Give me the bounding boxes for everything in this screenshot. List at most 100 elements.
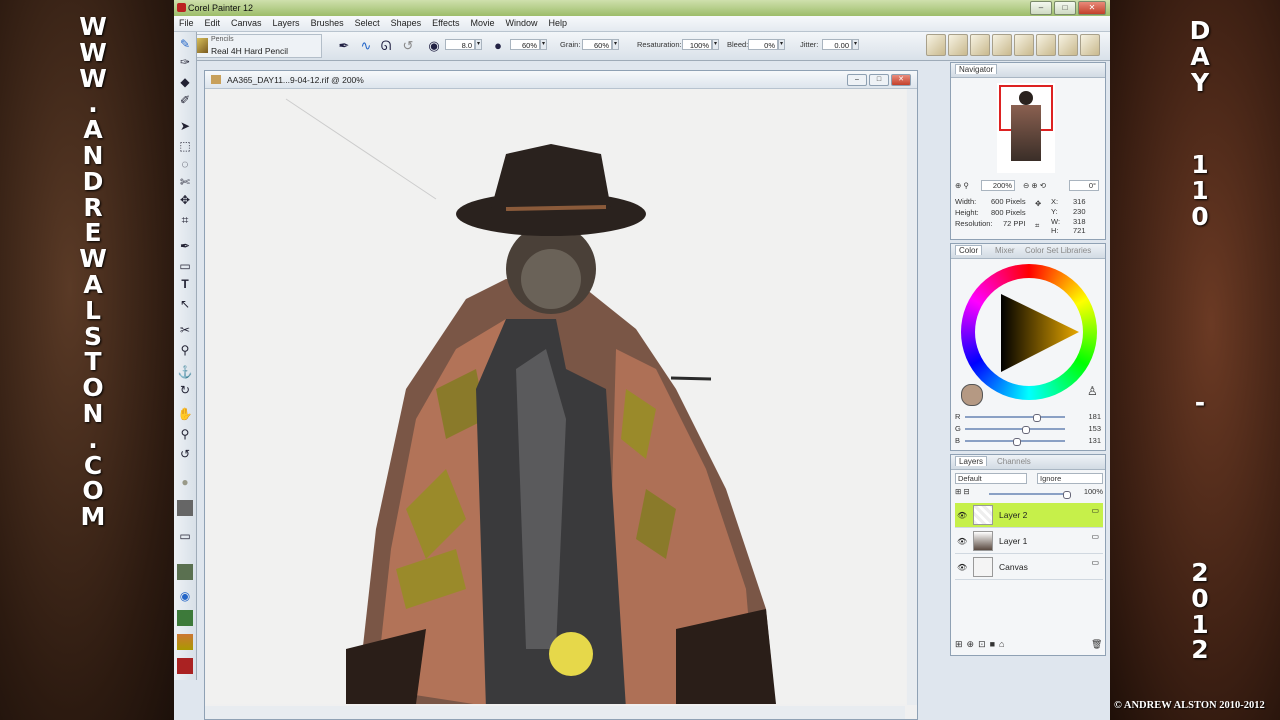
grain-dropdown[interactable]: ▾ xyxy=(612,39,619,50)
layer-actions-icons[interactable]: ⊞⊕⊡■⌂ xyxy=(955,639,1009,650)
menu-effects[interactable]: Effects xyxy=(427,16,465,31)
brush-tool-icon[interactable]: ✎ xyxy=(177,36,193,52)
size-dropdown[interactable]: ▾ xyxy=(475,39,482,50)
eye-icon[interactable]: 👁 xyxy=(957,537,967,546)
menu-window[interactable]: Window xyxy=(501,16,544,31)
brush-slot-1[interactable] xyxy=(926,34,946,56)
bleed-dropdown[interactable]: ▾ xyxy=(778,39,785,50)
layer-row[interactable]: 👁 Layer 2 ▭ xyxy=(955,503,1103,528)
mixer-tab[interactable]: Mixer xyxy=(995,246,1015,255)
layer-adjuster-icon[interactable]: ➤ xyxy=(177,118,193,134)
grain-field[interactable]: 60% xyxy=(582,39,612,50)
layer-opacity-slider[interactable] xyxy=(989,491,1071,499)
layers-tab[interactable]: Layers xyxy=(955,456,988,466)
layer-opacity-value[interactable]: 100% xyxy=(1073,487,1103,496)
brush-selector[interactable]: Pencils Real 4H Hard Pencil xyxy=(194,34,322,58)
drawing-canvas[interactable] xyxy=(206,89,906,704)
g-value[interactable]: 153 xyxy=(1071,424,1101,433)
brush-slot-2[interactable] xyxy=(948,34,968,56)
brush-slot-8[interactable] xyxy=(1080,34,1100,56)
mirror-icon[interactable]: ⚓ xyxy=(177,364,193,380)
menu-movie[interactable]: Movie xyxy=(466,16,501,31)
doc-maximize-button[interactable]: □ xyxy=(869,74,889,86)
menu-canvas[interactable]: Canvas xyxy=(226,16,268,31)
reset-tool-icon[interactable]: ↺ xyxy=(400,38,416,54)
brush-slot-6[interactable] xyxy=(1036,34,1056,56)
minimize-button[interactable]: – xyxy=(1030,1,1052,15)
doc-close-button[interactable]: ✕ xyxy=(891,74,911,86)
layer-row[interactable]: 👁 Canvas ▭ xyxy=(955,555,1103,580)
channels-tab[interactable]: Channels xyxy=(997,457,1031,466)
stroke-type-icon[interactable]: ✒ xyxy=(336,38,352,54)
layer-options-icon[interactable]: ⊞ ⊟ xyxy=(955,487,970,496)
brush-slot-3[interactable] xyxy=(970,34,990,56)
nozzle-icon[interactable] xyxy=(177,610,193,626)
zoom-icon[interactable]: ⊕ ⚲ xyxy=(955,181,969,190)
rotate-page-icon[interactable]: ↺ xyxy=(177,446,193,462)
resaturation-dropdown[interactable]: ▾ xyxy=(712,39,719,50)
b-value[interactable]: 131 xyxy=(1071,436,1101,445)
doc-minimize-button[interactable]: – xyxy=(847,74,867,86)
vertical-scrollbar[interactable] xyxy=(907,89,917,705)
menu-layers[interactable]: Layers xyxy=(268,16,306,31)
b-slider[interactable] xyxy=(965,438,1065,446)
pattern-icon[interactable] xyxy=(177,564,193,580)
menu-help[interactable]: Help xyxy=(544,16,574,31)
brush-slot-4[interactable] xyxy=(992,34,1012,56)
lasso-icon[interactable]: ✄ xyxy=(177,174,193,190)
straight-stroke-icon[interactable]: ᘏ xyxy=(378,38,394,54)
resaturation-field[interactable]: 100% xyxy=(682,39,712,50)
bleed-field[interactable]: 0% xyxy=(748,39,778,50)
pen-tool-icon[interactable]: ✒ xyxy=(177,238,193,254)
composite-method-select[interactable]: Default xyxy=(955,473,1027,484)
dodge-icon[interactable]: ⚲ xyxy=(177,342,193,358)
color-picker-icon[interactable]: ♙ xyxy=(1087,384,1098,398)
menu-file[interactable]: File xyxy=(174,16,200,31)
color-tab[interactable]: Color xyxy=(955,245,983,255)
oval-select-icon[interactable]: ◌ xyxy=(177,156,193,172)
warp-icon[interactable]: ↻ xyxy=(177,382,193,398)
current-color-swatch[interactable] xyxy=(961,384,983,406)
r-slider[interactable] xyxy=(965,414,1065,422)
layer-row[interactable]: 👁 Layer 1 ▭ xyxy=(955,529,1103,554)
dropper-tool-icon[interactable]: ✑ xyxy=(177,54,193,70)
paper-icon[interactable] xyxy=(177,500,193,516)
opacity-dropdown[interactable]: ▾ xyxy=(540,39,547,50)
shape-selection-icon[interactable]: ↖ xyxy=(177,296,193,312)
weaving-icon[interactable] xyxy=(177,658,193,674)
transform-icon[interactable]: ✥ xyxy=(177,192,193,208)
trash-icon[interactable]: 🗑 xyxy=(1091,639,1102,650)
zoom-buttons-icon[interactable]: ⊖ ⊕ ⟲ xyxy=(1023,181,1046,190)
color-set-libraries-tab[interactable]: Color Set Libraries xyxy=(1025,246,1091,255)
menu-shapes[interactable]: Shapes xyxy=(386,16,428,31)
gradient-icon[interactable]: ◉ xyxy=(177,588,193,604)
maximize-button[interactable]: □ xyxy=(1054,1,1076,15)
color-wheel[interactable] xyxy=(961,264,1097,400)
freehand-stroke-icon[interactable]: ∿ xyxy=(358,38,374,54)
paint-bucket-icon[interactable]: ◆ xyxy=(177,74,193,90)
g-slider[interactable] xyxy=(965,426,1065,434)
composite-depth-select[interactable]: Ignore xyxy=(1037,473,1103,484)
main-color-icon[interactable]: ● xyxy=(177,474,193,490)
navigator-tab[interactable]: Navigator xyxy=(955,64,998,74)
rectangle-select-icon[interactable]: ⬚ xyxy=(177,138,193,154)
eraser-tool-icon[interactable]: ✐ xyxy=(177,92,193,108)
rotation-field[interactable]: 0° xyxy=(1069,180,1099,191)
brush-slot-5[interactable] xyxy=(1014,34,1034,56)
eye-icon[interactable]: 👁 xyxy=(957,563,967,572)
text-tool-icon[interactable]: T xyxy=(177,276,193,292)
jitter-field[interactable]: 0.00 xyxy=(822,39,852,50)
navigator-preview[interactable] xyxy=(997,83,1055,173)
brush-slot-7[interactable] xyxy=(1058,34,1078,56)
rectangle-shape-icon[interactable]: ▭ xyxy=(177,258,193,274)
zoom-field[interactable]: 200% xyxy=(981,180,1015,191)
magnifier-icon[interactable]: ⚲ xyxy=(177,426,193,442)
opacity-field[interactable]: 60% xyxy=(510,39,540,50)
grabber-icon[interactable]: ✋ xyxy=(177,406,193,422)
screen-mode-icon[interactable]: ▭ xyxy=(177,528,193,544)
cloner-icon[interactable]: ✂ xyxy=(177,322,193,338)
menu-select[interactable]: Select xyxy=(350,16,386,31)
jitter-dropdown[interactable]: ▾ xyxy=(852,39,859,50)
close-button[interactable]: ✕ xyxy=(1078,1,1106,15)
size-field[interactable]: 8.0 xyxy=(445,39,475,50)
